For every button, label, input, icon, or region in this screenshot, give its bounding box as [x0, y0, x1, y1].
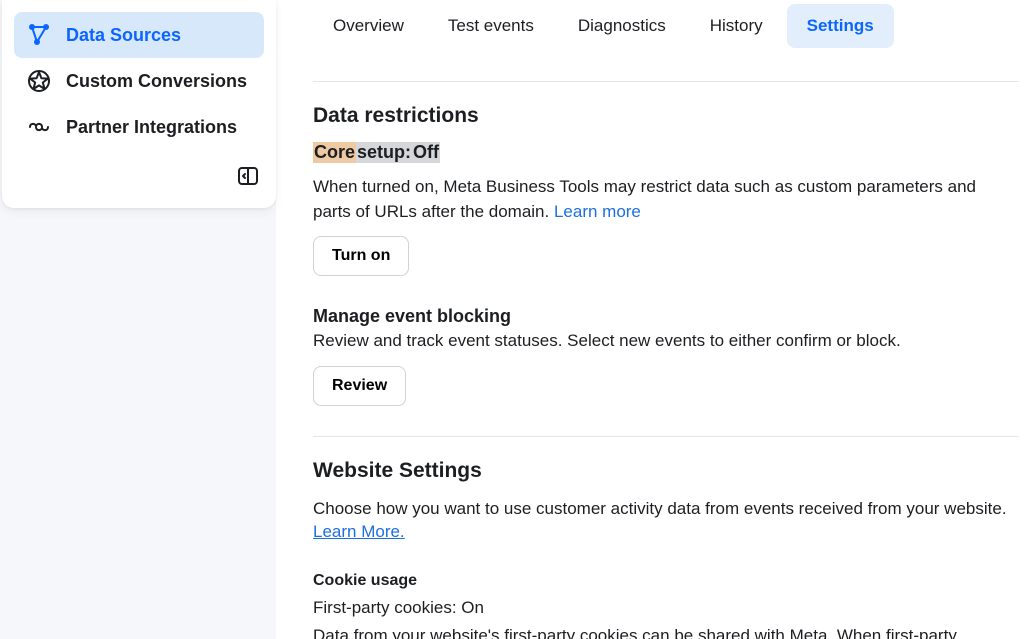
core-setup-line: Core setup: Off [313, 142, 1012, 167]
data-restrictions-heading: Data restrictions [313, 104, 1012, 128]
sidebar-item-data-sources[interactable]: Data Sources [14, 12, 264, 58]
website-settings-heading: Website Settings [313, 459, 1012, 483]
custom-conversions-icon [26, 68, 52, 94]
tab-label: Test events [448, 16, 534, 35]
core-status: Off [412, 142, 440, 163]
section-divider [313, 81, 1019, 82]
website-learn-more-link[interactable]: Learn More. [313, 522, 405, 541]
turn-on-button[interactable]: Turn on [313, 236, 409, 276]
sidebar-item-partner-integrations[interactable]: Partner Integrations [14, 104, 264, 150]
core-label-part2: setup: [356, 142, 412, 163]
core-label-part1: Core [313, 142, 356, 163]
tab-diagnostics[interactable]: Diagnostics [558, 4, 686, 48]
tab-label: Diagnostics [578, 16, 666, 35]
tab-label: History [710, 16, 763, 35]
cookie-status: First-party cookies: On [313, 598, 1012, 618]
sidebar: Data Sources Custom Conversions Partn [0, 0, 276, 639]
manage-event-blocking-title: Manage event blocking [313, 306, 1012, 327]
section-divider [313, 436, 1019, 437]
content: Data restrictions Core setup: Off When t… [313, 49, 1024, 639]
tab-settings[interactable]: Settings [787, 4, 894, 48]
data-sources-icon [26, 22, 52, 48]
partner-integrations-icon [26, 114, 52, 140]
tab-label: Overview [333, 16, 404, 35]
core-desc-text: When turned on, Meta Business Tools may … [313, 177, 976, 221]
tabs: Overview Test events Diagnostics History… [313, 0, 1024, 49]
sidebar-item-custom-conversions[interactable]: Custom Conversions [14, 58, 264, 104]
sidebar-collapse-button[interactable] [232, 160, 264, 192]
sidebar-item-label: Data Sources [66, 25, 181, 46]
tab-test-events[interactable]: Test events [428, 4, 554, 48]
sidebar-item-label: Custom Conversions [66, 71, 247, 92]
sidebar-item-label: Partner Integrations [66, 117, 237, 138]
manage-event-blocking-desc: Review and track event statuses. Select … [313, 329, 1012, 354]
cookie-usage-title: Cookie usage [313, 572, 1012, 590]
main-panel: Overview Test events Diagnostics History… [276, 0, 1024, 639]
tab-overview[interactable]: Overview [313, 4, 424, 48]
cookie-desc: Data from your website's first-party coo… [313, 624, 1012, 639]
core-setup-description: When turned on, Meta Business Tools may … [313, 175, 1012, 224]
learn-more-link[interactable]: Learn more [554, 202, 641, 221]
review-button[interactable]: Review [313, 366, 406, 406]
sidebar-card: Data Sources Custom Conversions Partn [2, 0, 276, 208]
website-settings-desc: Choose how you want to use customer acti… [313, 497, 1012, 522]
tab-history[interactable]: History [690, 4, 783, 48]
tab-label: Settings [807, 16, 874, 35]
